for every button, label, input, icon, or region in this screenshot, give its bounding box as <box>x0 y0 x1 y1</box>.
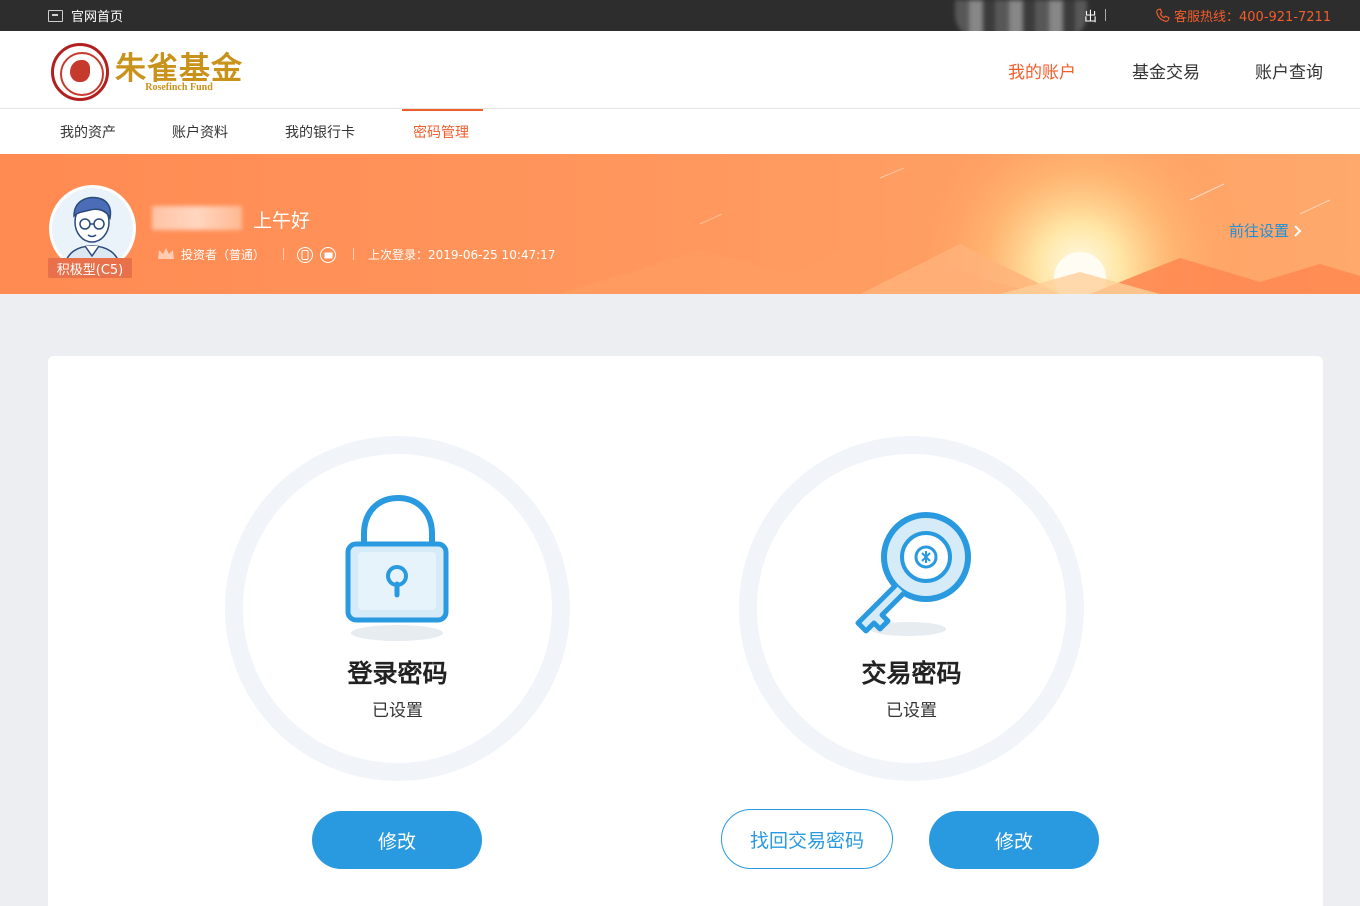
nav-my-account[interactable]: 我的账户 <box>1008 31 1076 109</box>
login-password-title: 登录密码 <box>347 659 448 688</box>
redacted-name <box>152 206 242 230</box>
investor-type: 投资者（普通） <box>181 247 266 262</box>
mobile-verified-icon[interactable] <box>297 247 313 263</box>
brand-logo[interactable]: 朱雀基金 Rosefinch Fund <box>51 43 243 101</box>
meta-divider <box>353 248 354 260</box>
modify-login-password-button[interactable]: 修改 <box>312 811 482 869</box>
top-bar: 官网首页 出 客服热线：400-921-7211 <box>0 0 1360 40</box>
hotline: 客服热线：400-921-7211 <box>1154 0 1331 31</box>
monitor-icon <box>48 9 63 22</box>
hotline-label: 客服热线：400-921-7211 <box>1174 10 1332 25</box>
chevron-right-icon <box>1294 224 1302 237</box>
brand-wordmark: 朱雀基金 Rosefinch Fund <box>115 52 243 93</box>
key-icon <box>855 512 971 636</box>
official-home-label: 官网首页 <box>71 10 124 25</box>
logout-link[interactable]: 出 <box>1084 0 1097 31</box>
rosefinch-seal-icon <box>51 43 109 101</box>
trading-password-title: 交易密码 <box>861 659 962 688</box>
last-login-time: 上次登录：2019-06-25 10:47:17 <box>368 247 556 262</box>
email-verified-icon[interactable] <box>320 247 336 263</box>
tab-account-info[interactable]: 账户资料 <box>172 109 228 154</box>
tab-password-management[interactable]: 密码管理 <box>413 109 469 154</box>
profile-banner: 积极型(C5) 上午好 投资者（普通） 上次登录：2019-06-25 10:4… <box>0 154 1360 294</box>
risk-level-badge: 积极型(C5) <box>48 258 132 278</box>
tab-bank-cards[interactable]: 我的银行卡 <box>285 109 355 154</box>
topbar-divider <box>1105 9 1106 21</box>
brand-name-cn: 朱雀基金 <box>115 50 243 87</box>
sub-nav: 我的资产 账户资料 我的银行卡 密码管理 <box>0 109 1360 154</box>
trading-password-status: 已设置 <box>886 701 937 721</box>
password-management-card: 登录密码 已设置 修改 交易密码 已设置 找回交易密码 修改 <box>48 356 1323 906</box>
nav-fund-trading[interactable]: 基金交易 <box>1132 31 1200 109</box>
modify-trading-password-button[interactable]: 修改 <box>929 811 1099 869</box>
goto-settings-link[interactable]: 前往设置 <box>1229 220 1302 241</box>
phone-icon <box>1156 8 1170 22</box>
lock-icon <box>345 494 449 641</box>
avatar-illustration-icon <box>52 188 133 269</box>
nav-account-query[interactable]: 账户查询 <box>1255 31 1323 109</box>
crown-icon <box>158 248 174 259</box>
meta-divider <box>283 248 284 260</box>
site-header: 朱雀基金 Rosefinch Fund 我的账户 基金交易 账户查询 <box>0 31 1360 109</box>
login-password-status: 已设置 <box>372 701 423 721</box>
brand-name-en: Rosefinch Fund <box>145 81 213 93</box>
official-home-link[interactable]: 官网首页 <box>48 0 123 31</box>
goto-settings-label: 前往设置 <box>1229 222 1290 240</box>
recover-trading-password-button[interactable]: 找回交易密码 <box>721 809 893 869</box>
greeting-text: 上午好 <box>253 210 311 232</box>
tab-my-assets[interactable]: 我的资产 <box>60 109 116 154</box>
